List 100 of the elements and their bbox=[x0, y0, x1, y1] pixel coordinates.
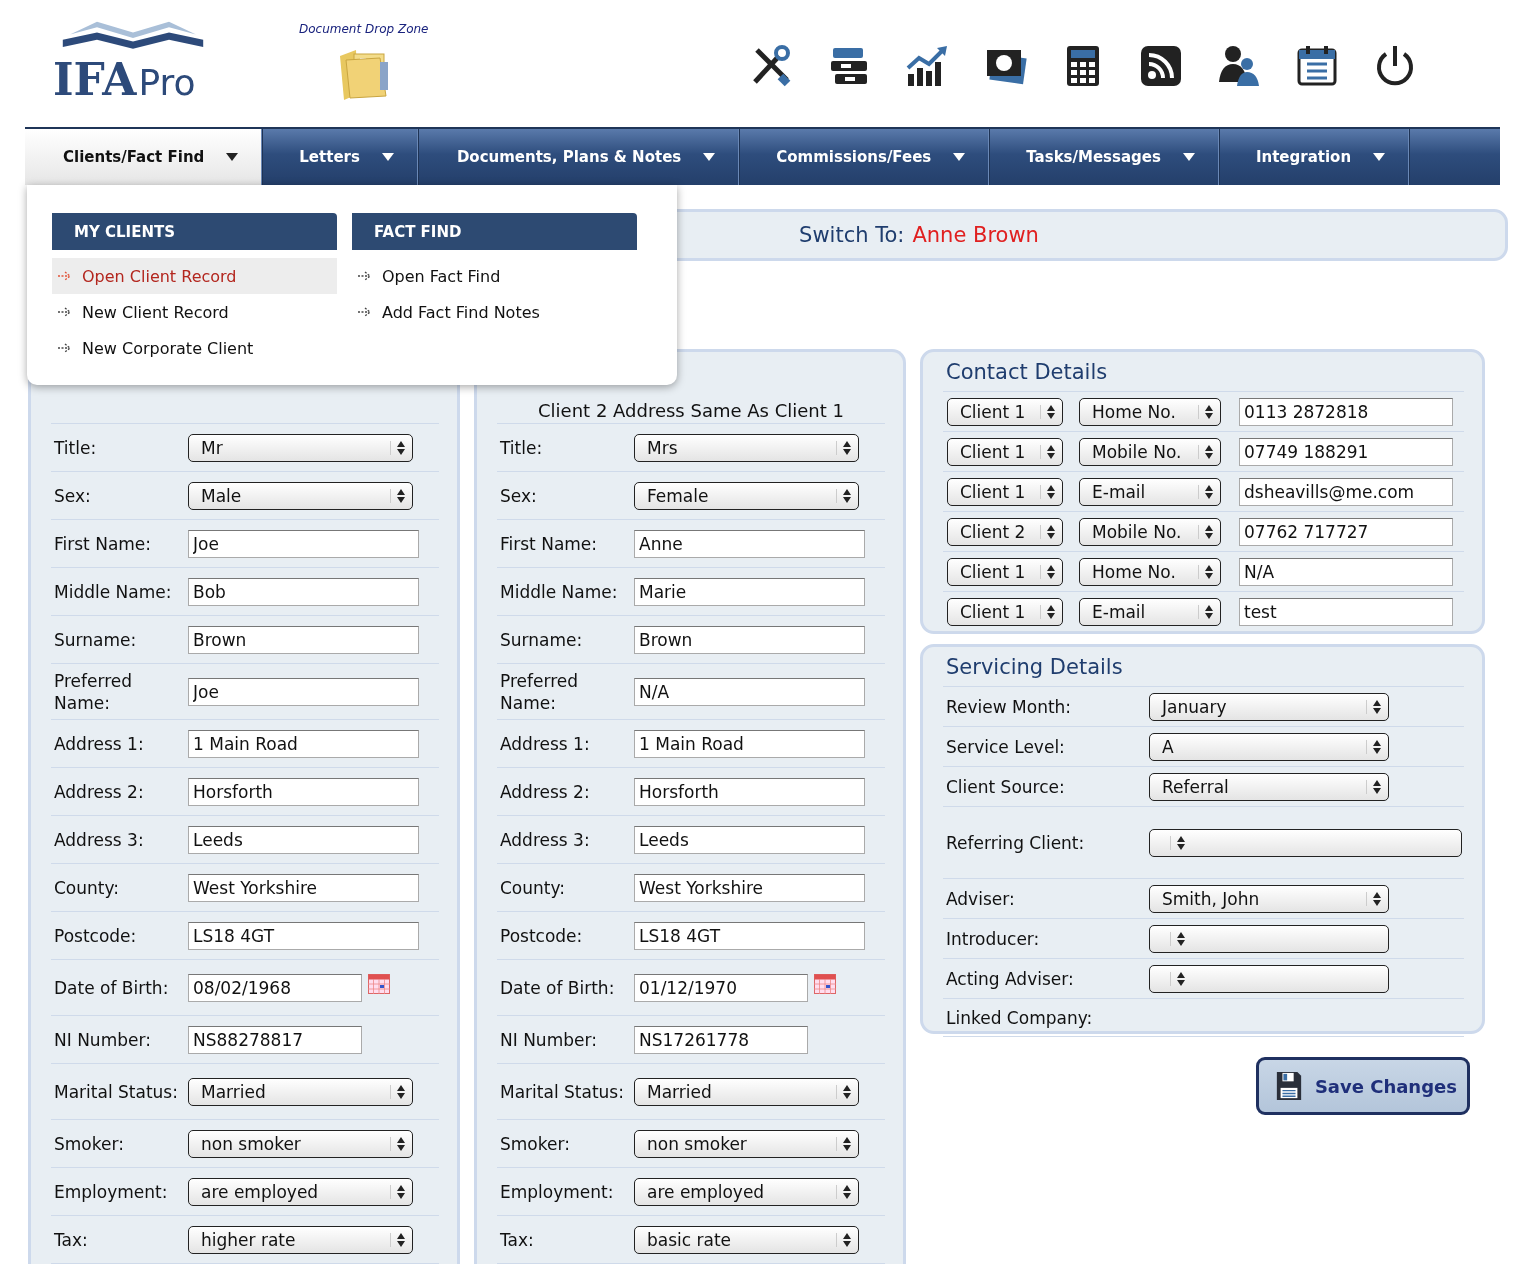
text-field[interactable]: 07762 717727 bbox=[1239, 517, 1453, 546]
updown-arrows-icon bbox=[1198, 404, 1213, 419]
select-field[interactable]: Mobile No. bbox=[1079, 517, 1221, 546]
text-field[interactable]: Marie bbox=[634, 577, 865, 606]
menu-item[interactable]: Add Fact Find Notes bbox=[352, 294, 637, 330]
select-field[interactable]: E-mail bbox=[1079, 477, 1221, 506]
caret-icon bbox=[226, 153, 239, 161]
select-field[interactable]: Client 1 bbox=[947, 437, 1063, 466]
rss-icon[interactable] bbox=[1139, 44, 1183, 88]
nav-tab[interactable]: Commissions/Fees bbox=[740, 129, 991, 185]
text-field[interactable]: NS88278817 bbox=[188, 1025, 362, 1054]
arrow-icon bbox=[58, 343, 72, 353]
text-field[interactable]: dsheavills@me.com bbox=[1239, 477, 1453, 506]
menu-item[interactable]: New Client Record bbox=[52, 294, 337, 330]
menu-item[interactable]: Open Fact Find bbox=[352, 258, 637, 294]
field-label: Employment: bbox=[499, 1180, 615, 1203]
field-label: Sex: bbox=[53, 484, 92, 507]
select-field[interactable]: Smith, John bbox=[1149, 884, 1389, 913]
select-field[interactable]: Male bbox=[188, 481, 413, 510]
text-field[interactable]: West Yorkshire bbox=[634, 873, 865, 902]
select-field[interactable] bbox=[1149, 924, 1389, 953]
field-label: Smoker: bbox=[499, 1132, 571, 1155]
text-field[interactable]: N/A bbox=[634, 677, 865, 706]
text-field[interactable]: Anne bbox=[634, 529, 865, 558]
updown-arrows-icon bbox=[1170, 931, 1185, 946]
text-field[interactable]: Bob bbox=[188, 577, 419, 606]
calendar-icon[interactable] bbox=[1295, 44, 1339, 88]
panel-title: Contact Details bbox=[943, 360, 1464, 392]
text-field[interactable]: 0113 2872818 bbox=[1239, 397, 1453, 426]
updown-arrows-icon bbox=[390, 1084, 405, 1099]
select-field[interactable]: Home No. bbox=[1079, 557, 1221, 586]
updown-arrows-icon bbox=[836, 1084, 851, 1099]
updown-arrows-icon bbox=[1040, 604, 1055, 619]
updown-arrows-icon bbox=[836, 1232, 851, 1247]
text-field[interactable]: 01/12/1970 bbox=[634, 973, 808, 1002]
text-field[interactable]: 1 Main Road bbox=[634, 729, 865, 758]
client-link[interactable]: Anne Brown bbox=[912, 223, 1039, 247]
select-field[interactable]: Client 1 bbox=[947, 477, 1063, 506]
field-label: Marital Status: bbox=[53, 1080, 179, 1103]
select-field[interactable]: Married bbox=[634, 1077, 859, 1106]
select-field[interactable]: Client 2 bbox=[947, 517, 1063, 546]
updown-arrows-icon bbox=[1040, 564, 1055, 579]
users-icon[interactable] bbox=[1217, 44, 1261, 88]
select-field[interactable]: Client 1 bbox=[947, 397, 1063, 426]
updown-arrows-icon bbox=[1366, 891, 1381, 906]
nav-tab[interactable]: Tasks/Messages bbox=[990, 129, 1220, 185]
text-field[interactable]: NS17261778 bbox=[634, 1025, 808, 1054]
select-field[interactable]: Client 1 bbox=[947, 557, 1063, 586]
select-field[interactable] bbox=[1149, 828, 1462, 857]
select-field[interactable]: non smoker bbox=[634, 1129, 859, 1158]
updown-arrows-icon bbox=[1040, 524, 1055, 539]
menu-item[interactable]: Open Client Record bbox=[52, 258, 337, 294]
text-field[interactable]: LS18 4GT bbox=[188, 921, 419, 950]
select-field[interactable]: E-mail bbox=[1079, 597, 1221, 626]
text-field[interactable]: 08/02/1968 bbox=[188, 973, 362, 1002]
select-field[interactable]: are employed bbox=[634, 1177, 859, 1206]
nav-tab[interactable]: Integration bbox=[1219, 129, 1411, 185]
text-field[interactable]: LS18 4GT bbox=[634, 921, 865, 950]
caret-icon bbox=[703, 153, 716, 161]
text-field[interactable]: 07749 188291 bbox=[1239, 437, 1453, 466]
select-field[interactable]: Mr bbox=[188, 433, 413, 462]
field-label: Middle Name: bbox=[53, 580, 173, 603]
select-field[interactable]: A bbox=[1149, 732, 1389, 761]
text-field[interactable]: Horsforth bbox=[188, 777, 419, 806]
select-field[interactable]: Home No. bbox=[1079, 397, 1221, 426]
select-field[interactable]: January bbox=[1149, 692, 1389, 721]
text-field[interactable]: 1 Main Road bbox=[188, 729, 419, 758]
text-field[interactable]: N/A bbox=[1239, 557, 1453, 586]
text-field[interactable]: Brown bbox=[188, 625, 419, 654]
select-field[interactable]: Married bbox=[188, 1077, 413, 1106]
select-field[interactable]: Female bbox=[634, 481, 859, 510]
text-field[interactable]: test bbox=[1239, 597, 1453, 626]
text-field[interactable]: Brown bbox=[634, 625, 865, 654]
select-field[interactable]: Referral bbox=[1149, 772, 1389, 801]
select-field[interactable]: Client 1 bbox=[947, 597, 1063, 626]
select-field[interactable] bbox=[1149, 964, 1389, 993]
field-label: Address 3: bbox=[499, 828, 591, 851]
select-field[interactable]: Mrs bbox=[634, 433, 859, 462]
select-field[interactable]: Mobile No. bbox=[1079, 437, 1221, 466]
field-label: NI Number: bbox=[53, 1028, 152, 1051]
select-field[interactable]: basic rate bbox=[634, 1225, 859, 1254]
field-label: First Name: bbox=[53, 532, 153, 555]
field-label: Address 2: bbox=[499, 780, 591, 803]
nav-tab[interactable]: Clients/Fact Find bbox=[25, 129, 264, 185]
field-label: Review Month: bbox=[945, 696, 1073, 717]
select-field[interactable]: non smoker bbox=[188, 1129, 413, 1158]
field-label: Address 2: bbox=[53, 780, 145, 803]
save-button[interactable]: Save Changes bbox=[1255, 1057, 1470, 1115]
field-label: Tax: bbox=[499, 1228, 535, 1251]
updown-arrows-icon bbox=[1198, 564, 1213, 579]
select-field[interactable]: higher rate bbox=[188, 1225, 413, 1254]
field-label: Surname: bbox=[53, 628, 138, 651]
select-field[interactable]: are employed bbox=[188, 1177, 413, 1206]
text-field[interactable]: Horsforth bbox=[634, 777, 865, 806]
menu-item[interactable]: New Corporate Client bbox=[52, 330, 337, 366]
chart-icon[interactable] bbox=[905, 44, 949, 88]
text-field[interactable]: Leeds bbox=[188, 825, 419, 854]
text-field[interactable]: Leeds bbox=[634, 825, 865, 854]
field-label: County: bbox=[499, 876, 567, 899]
text-field[interactable]: West Yorkshire bbox=[188, 873, 419, 902]
